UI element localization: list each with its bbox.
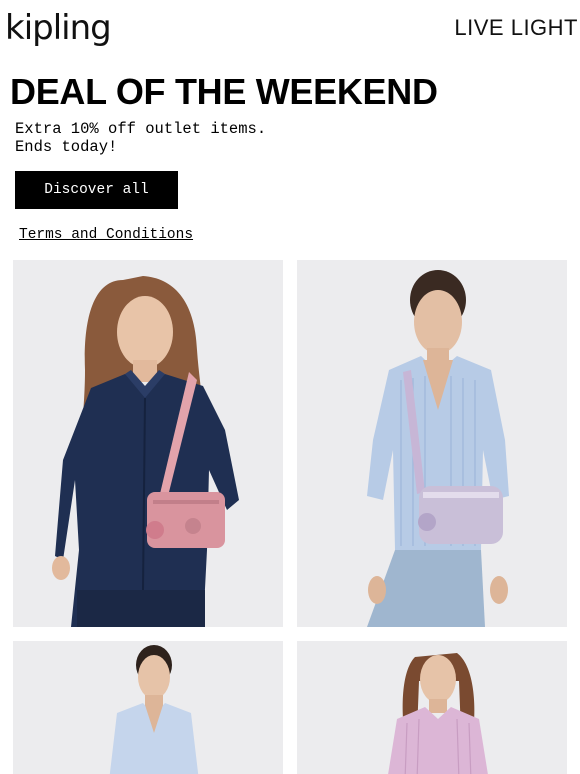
terms-and-conditions-link[interactable]: Terms and Conditions <box>19 227 193 243</box>
product-image-light-blue-model <box>109 645 199 774</box>
deal-description-line-1: Extra 10% off outlet items. <box>15 120 267 138</box>
product-tile-4[interactable] <box>297 641 567 774</box>
email-page: kipling LIVE LIGHT DEAL OF THE WEEKEND E… <box>0 0 580 774</box>
discover-all-button[interactable]: Discover all <box>15 171 178 209</box>
product-image-denim-model <box>52 276 239 627</box>
deal-headline: DEAL OF THE WEEKEND <box>10 71 438 112</box>
product-tile-3[interactable] <box>13 641 283 774</box>
product-image-pink-stripe-model <box>388 653 488 774</box>
email-header: kipling LIVE LIGHT <box>0 0 580 60</box>
kipling-logo[interactable]: kipling <box>5 4 112 52</box>
deal-description-line-2: Ends today! <box>15 138 118 156</box>
product-tile-pink-bag[interactable] <box>13 260 283 627</box>
deal-description: Extra 10% off outlet items. Ends today! <box>15 120 266 156</box>
product-image-striped-model <box>367 270 509 627</box>
product-tile-lilac-bag[interactable] <box>297 260 567 627</box>
brand-tagline: LIVE LIGHT <box>454 15 578 40</box>
